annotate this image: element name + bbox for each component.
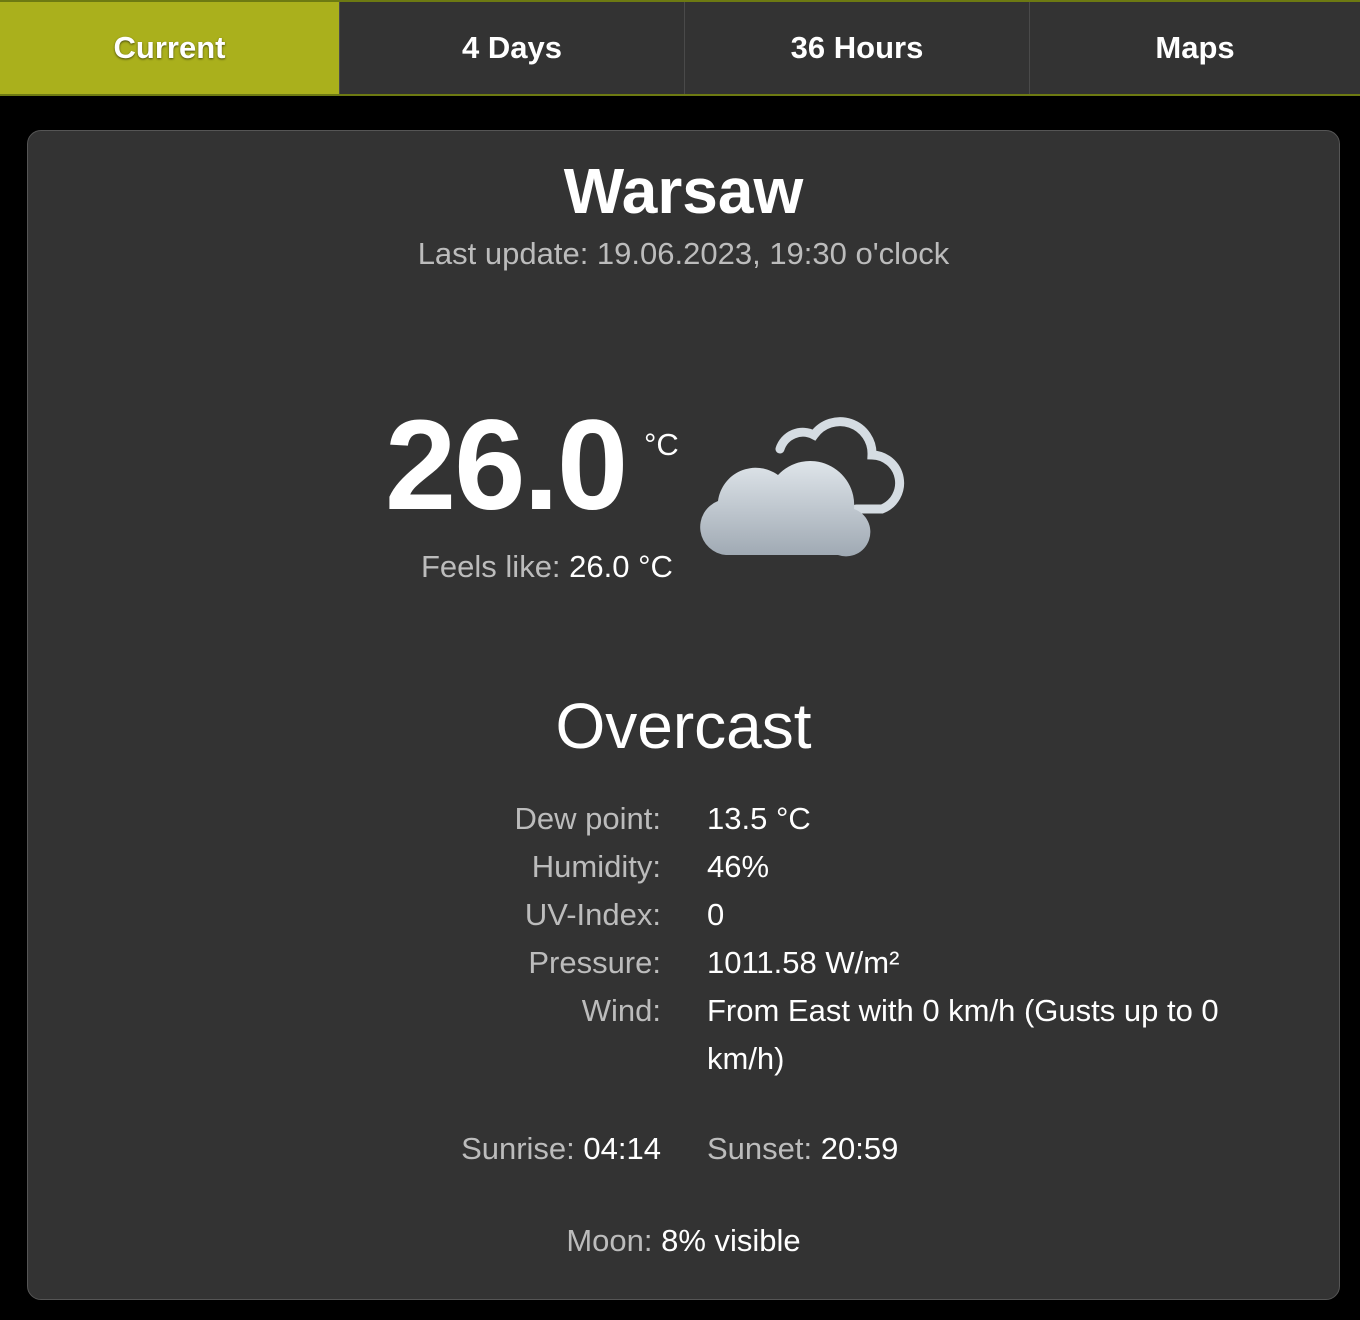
sunset-label: Sunset:: [707, 1131, 813, 1166]
detail-label: UV-Index:: [524, 897, 661, 932]
detail-label: Humidity:: [531, 849, 661, 884]
sunrise-value: 04:14: [583, 1131, 661, 1166]
sunset: Sunset: 20:59: [707, 1125, 898, 1173]
detail-value: 0: [707, 897, 725, 932]
current-weather-card: Warsaw Last update: 19.06.2023, 19:30 o'…: [27, 130, 1340, 1300]
overcast-cloud-icon: [696, 409, 912, 564]
tab-4-days[interactable]: 4 Days: [340, 2, 685, 94]
tab-current[interactable]: Current: [0, 2, 340, 94]
detail-value: 13.5 °C: [707, 801, 811, 836]
temperature-unit: °C: [644, 427, 679, 462]
last-update-text: Last update: 19.06.2023, 19:30 o'clock: [417, 236, 950, 271]
city-title: Warsaw: [563, 155, 804, 227]
detail-value: From East with 0 km/h (Gusts up to 0 km/…: [707, 993, 1219, 1076]
feels-like-label: Feels like:: [421, 549, 561, 584]
sunset-value: 20:59: [820, 1131, 899, 1166]
sunrise: Sunrise: 04:14: [461, 1125, 661, 1173]
feels-like-value: 26.0 °C: [569, 549, 673, 584]
sunrise-label: Sunrise:: [461, 1131, 575, 1166]
moon-label: Moon:: [566, 1223, 653, 1258]
condition-text: Overcast: [555, 690, 812, 762]
feels-like: Feels like: 26.0 °C: [421, 547, 673, 587]
detail-label: Wind:: [581, 993, 661, 1028]
detail-value: 1011.58 W/m²: [707, 945, 900, 980]
tab-bar: Current 4 Days 36 Hours Maps: [0, 0, 1360, 96]
moon-visibility: Moon: 8% visible: [28, 1217, 1339, 1265]
moon-value: 8% visible: [661, 1223, 801, 1258]
tab-36-hours[interactable]: 36 Hours: [685, 2, 1030, 94]
detail-label: Pressure:: [528, 945, 661, 980]
temperature-value: 26.0: [385, 394, 628, 537]
detail-value: 46%: [707, 849, 770, 884]
tab-maps[interactable]: Maps: [1030, 2, 1360, 94]
detail-label: Dew point:: [514, 801, 661, 836]
